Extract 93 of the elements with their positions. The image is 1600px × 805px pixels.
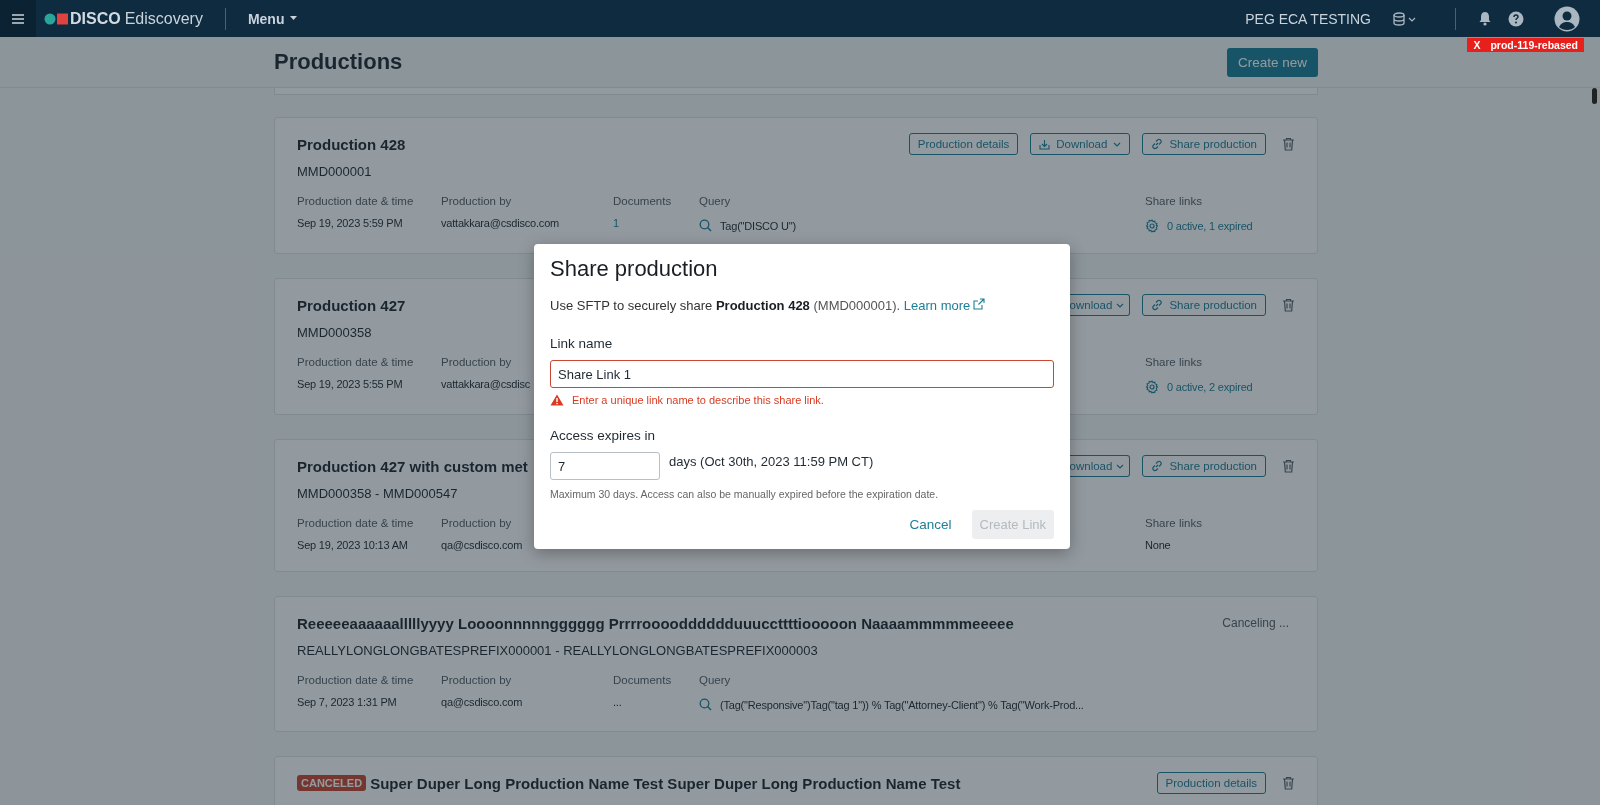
column-value: qa@csdisco.com — [441, 539, 524, 551]
gear-icon — [1145, 219, 1159, 233]
production-details-button[interactable]: Production details — [908, 133, 1019, 155]
share-links-link[interactable]: 0 active, 1 expired — [1167, 220, 1253, 232]
column-label: Production date & time — [297, 674, 415, 686]
column-label: Query — [699, 674, 732, 686]
documents-link[interactable]: 1 — [613, 217, 699, 229]
column-label: Production date & time — [297, 517, 415, 529]
column-value: vattakkara@csdisco.com — [441, 217, 561, 229]
production-title: Production 428 — [297, 135, 406, 153]
environment-label: prod-119-rebased — [1490, 39, 1578, 51]
trash-icon[interactable] — [1282, 137, 1295, 151]
column-label: Documents — [613, 195, 673, 207]
column-value: Sep 19, 2023 5:59 PM — [297, 217, 404, 229]
dialog-description: Use SFTP to securely share Production 428 (MMD000001). Learn more — [550, 298, 1054, 313]
query-text: Tag("DISCO U") — [720, 219, 796, 232]
error-message: Enter a unique link name to describe this share link. — [572, 394, 824, 406]
column-label: Share links — [1145, 517, 1203, 529]
caret-icon — [290, 16, 298, 21]
logo-icon — [44, 12, 68, 25]
bates-range: MMD000358 - MMD000547 — [297, 486, 458, 501]
field-label: Link name — [550, 336, 614, 351]
expiry-date-text: days (Oct 30th, 2023 11:59 PM CT) — [669, 454, 874, 469]
column-label: Production by — [441, 195, 513, 207]
days-field[interactable]: 7 — [550, 452, 660, 480]
column-label: Production by — [441, 674, 513, 686]
caret-icon — [1116, 463, 1125, 469]
production-title: Super Duper Long Production Name Test Super Duper Long Production Name Test — [370, 774, 961, 792]
production-title: Reeeeeaaaaaalllllyyyy Loooonnnnngggggg Prrrroooodddddduuuccttttiooooon Naaaammmmmeeeee — [297, 614, 1014, 632]
bell-icon[interactable] — [1478, 11, 1492, 26]
column-label: Production by — [441, 517, 513, 529]
share-production-button[interactable]: Share production — [1142, 133, 1266, 155]
column-label: Production date & time — [297, 195, 415, 207]
bates-range: REALLYLONGLONGBATESPREFIX000001 - REALLYLONGLONGBATESPREFIX000003 — [297, 643, 818, 658]
caret-icon — [1113, 141, 1122, 147]
share-links-link[interactable]: 0 active, 2 expired — [1167, 381, 1253, 393]
column-value: ... — [613, 696, 623, 708]
link-name-field[interactable]: Share Link 1 — [550, 360, 1054, 388]
learn-more-link[interactable]: Learn more — [903, 298, 986, 313]
close-tag-button[interactable]: X — [1473, 39, 1481, 51]
external-link-icon — [973, 298, 986, 310]
product-name: Ediscovery — [124, 9, 203, 28]
link-icon — [1151, 138, 1164, 150]
column-value: None — [1145, 539, 1172, 551]
production-title: Production 427 — [297, 296, 406, 314]
column-label: Query — [699, 195, 732, 207]
column-label: Share links — [1145, 356, 1203, 368]
menu-dropdown[interactable]: Menu — [247, 10, 298, 27]
field-label: Access expires in — [550, 428, 657, 443]
status-badge: CANCELED — [297, 775, 367, 791]
production-title: Production 427 with custom met — [297, 457, 528, 475]
scrollbar[interactable] — [1592, 88, 1597, 104]
link-icon — [1151, 460, 1164, 472]
bates-range: MMD000001 — [297, 164, 372, 179]
search-icon — [699, 219, 712, 232]
column-value: Sep 7, 2023 1:31 PM — [297, 696, 398, 708]
gear-icon — [1145, 380, 1159, 394]
download-icon — [1039, 138, 1051, 150]
caret-icon — [1116, 302, 1125, 308]
bates-range: MMD000358 — [297, 325, 372, 340]
page-title: Productions — [274, 49, 403, 75]
column-value: vattakkara@csdisc — [441, 378, 532, 390]
brand-name: DISCO — [70, 9, 121, 28]
create-new-button[interactable]: Create new — [1226, 47, 1318, 77]
hint-text: Maximum 30 days. Access can also be manually expired before the expiration date. — [550, 488, 940, 500]
status-text: Canceling ... — [1222, 616, 1289, 630]
download-button[interactable]: ownload — [1068, 294, 1131, 316]
trash-icon[interactable] — [1282, 298, 1295, 312]
dialog-title: Share production — [550, 256, 719, 282]
workspace-name: PEG ECA TESTING — [1245, 10, 1371, 27]
cancel-button[interactable]: Cancel — [903, 510, 958, 539]
warning-icon — [550, 394, 564, 406]
trash-icon[interactable] — [1282, 459, 1295, 473]
link-icon — [1151, 299, 1164, 311]
column-value: Sep 19, 2023 5:55 PM — [297, 378, 404, 390]
share-production-button[interactable]: Share production — [1142, 294, 1266, 316]
column-label: Share links — [1145, 195, 1203, 207]
share-production-button[interactable]: Share production — [1142, 455, 1266, 477]
trash-icon[interactable] — [1282, 776, 1295, 790]
help-icon[interactable] — [1508, 10, 1524, 27]
search-icon — [699, 698, 712, 711]
column-label: Production by — [441, 356, 513, 368]
production-details-button[interactable]: Production details — [1156, 772, 1266, 794]
column-value: Sep 19, 2023 10:13 AM — [297, 539, 409, 551]
database-icon[interactable] — [1393, 11, 1417, 26]
user-avatar-icon[interactable] — [1554, 5, 1580, 32]
download-button[interactable]: Download — [1030, 133, 1131, 155]
column-value: qa@csdisco.com — [441, 696, 524, 708]
menu-icon[interactable] — [0, 0, 36, 37]
column-label: Documents — [613, 674, 673, 686]
query-text: (Tag("Responsive")Tag("tag 1")) % Tag("Attorney-Client") % Tag("Work-Prod... — [720, 698, 1084, 711]
download-button[interactable]: ownload — [1068, 455, 1131, 477]
column-label: Production date & time — [297, 356, 415, 368]
